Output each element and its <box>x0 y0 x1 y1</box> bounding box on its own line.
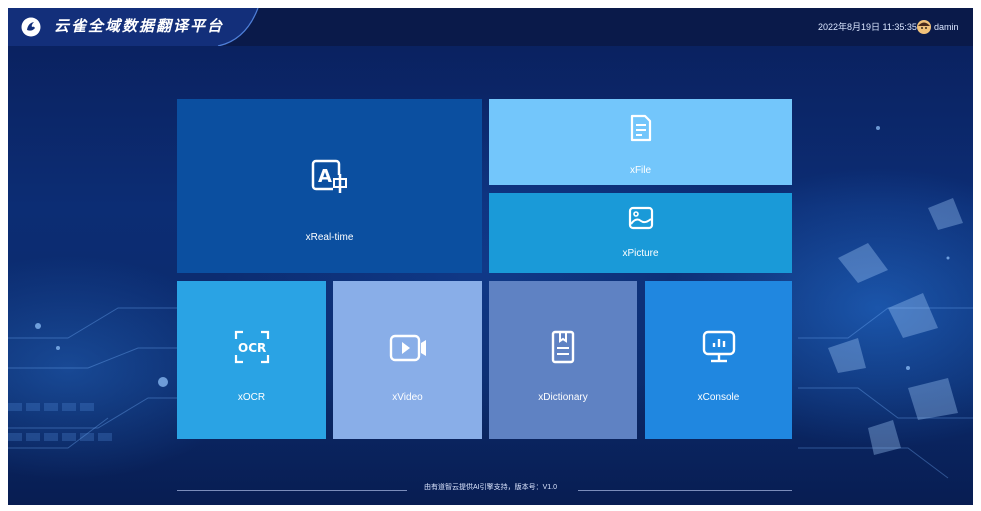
translate-icon: A <box>311 159 347 193</box>
top-bar: 云雀全域数据翻译平台 2022年8月19日 11:35:35 damin <box>8 8 973 46</box>
tile-picture-label: xPicture <box>622 248 659 259</box>
tile-file-label: xFile <box>629 165 652 176</box>
image-icon <box>628 206 653 230</box>
monitor-chart-icon <box>702 330 735 363</box>
tile-ocr[interactable]: OCR xOCR <box>177 281 326 439</box>
tile-picture[interactable]: xPicture <box>489 193 792 273</box>
tile-console[interactable]: xConsole <box>645 281 792 439</box>
bird-logo-icon <box>21 17 41 37</box>
tile-dictionary[interactable]: xDictionary <box>489 281 637 439</box>
current-datetime: 2022年8月19日 11:35:35 <box>818 22 917 32</box>
document-icon <box>630 114 651 142</box>
tile-console-label: xConsole <box>697 392 740 403</box>
tile-video[interactable]: xVideo <box>333 281 482 439</box>
footer-version-text: 由有道智云提供AI引擎支持，版本号：V1.0 <box>423 484 557 491</box>
tile-ocr-label: xOCR <box>237 392 266 403</box>
app-window: 云雀全域数据翻译平台 2022年8月19日 11:35:35 damin A x… <box>8 8 973 505</box>
user-avatar-icon[interactable] <box>917 20 931 34</box>
tile-dictionary-label: xDictionary <box>538 392 588 403</box>
tile-file[interactable]: xFile <box>489 99 792 185</box>
tile-realtime[interactable]: A xReal-time <box>177 99 482 273</box>
dictionary-icon <box>551 330 575 364</box>
ocr-scan-icon: OCR <box>234 330 269 364</box>
svg-text:OCR: OCR <box>238 341 266 355</box>
tile-realtime-label: xReal-time <box>305 232 354 243</box>
app-title: 云雀全域数据翻译平台 <box>54 18 225 35</box>
username[interactable]: damin <box>934 21 959 33</box>
tile-video-label: xVideo <box>392 392 423 403</box>
video-icon <box>389 334 426 362</box>
svg-text:A: A <box>318 166 332 187</box>
